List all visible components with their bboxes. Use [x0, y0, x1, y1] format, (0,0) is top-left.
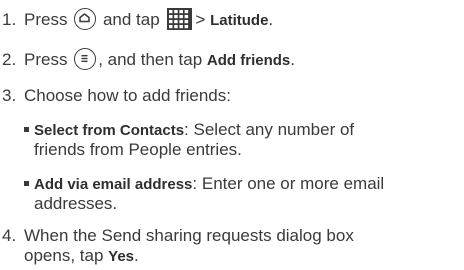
step-4: 4. When the Send sharing requests dialog …: [2, 226, 354, 246]
bullet-icon: [24, 127, 29, 132]
instruction-list: 1. Press and tap > Latitude. 2. Press , …: [0, 0, 464, 270]
step-2: 2. Press , and then tap Add friends.: [2, 48, 295, 71]
step-3: 3. Choose how to add friends:: [2, 86, 231, 106]
option-label: Select from Contacts: [34, 122, 185, 139]
step-number: 4.: [2, 226, 17, 245]
bullet-icon: [24, 181, 29, 186]
option-text: : Select any number of: [184, 120, 355, 139]
step-number: 2.: [2, 50, 17, 69]
option-add-via-email: Add via email address: Enter one or more…: [24, 174, 384, 195]
option-select-from-contacts: Select from Contacts: Select any number …: [24, 120, 354, 141]
punctuation: .: [134, 246, 139, 265]
latitude-label: Latitude: [210, 12, 269, 29]
menu-icon: [74, 48, 97, 70]
add-friends-label: Add friends: [206, 52, 291, 69]
home-icon: [74, 8, 97, 30]
step-4-continued: opens, tap Yes.: [24, 246, 139, 267]
option-text: : Enter one or more email: [192, 174, 385, 193]
step-number: 3.: [2, 86, 17, 105]
step-text: , and then tap: [98, 50, 203, 69]
step-text: and tap: [102, 10, 160, 29]
option-text-continued: friends from People entries.: [34, 140, 242, 159]
step-text: Choose how to add friends:: [24, 86, 231, 105]
step-text: opens, tap: [24, 246, 104, 265]
step-number: 1.: [2, 10, 17, 29]
apps-grid-icon: [167, 8, 193, 30]
punctuation: .: [268, 10, 274, 29]
punctuation: .: [290, 50, 295, 69]
breadcrumb-arrow: >: [195, 10, 206, 29]
option-text-continued: addresses.: [34, 194, 118, 213]
step-text: When the Send sharing requests dialog bo…: [24, 226, 354, 245]
step-text: Press: [24, 10, 68, 29]
yes-label: Yes: [108, 248, 135, 265]
step-1: 1. Press and tap > Latitude.: [2, 8, 273, 31]
option-label: Add via email address: [34, 176, 193, 193]
step-text: Press: [24, 50, 68, 69]
